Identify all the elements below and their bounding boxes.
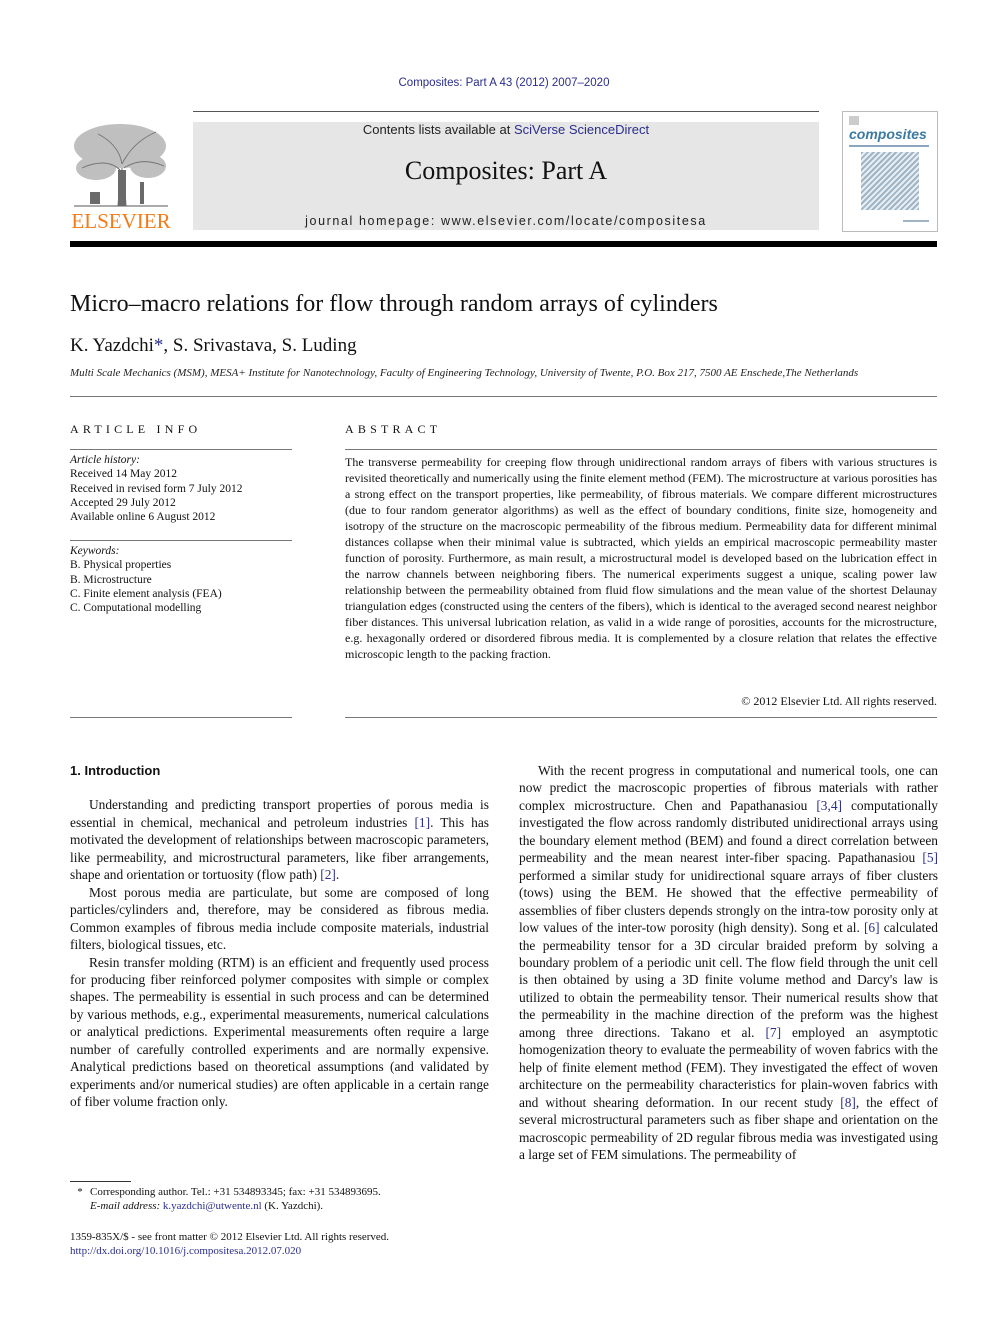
journal-reference[interactable]: Composites: Part A 43 (2012) 2007–2020 xyxy=(0,77,992,89)
author-names: , S. Srivastava, S. Luding xyxy=(163,335,357,356)
header-top-rule xyxy=(193,111,819,112)
citation-link[interactable]: [1] xyxy=(414,815,430,830)
author-list: K. Yazdchi*, S. Srivastava, S. Luding xyxy=(70,335,357,357)
journal-title: Composites: Part A xyxy=(404,156,608,185)
footnote-rule xyxy=(70,1181,131,1182)
history-revised: Received in revised form 7 July 2012 xyxy=(70,482,243,495)
abstract-copyright: © 2012 Elsevier Ltd. All rights reserved… xyxy=(741,694,937,708)
history-online: Available online 6 August 2012 xyxy=(70,511,216,524)
keyword-item: B. Physical properties xyxy=(70,559,172,572)
article-info-heading: ARTICLE INFO xyxy=(70,422,202,436)
abstract-text: The transverse permeability for creeping… xyxy=(345,455,937,661)
article-history: Article history: Received 14 May 2012 Re… xyxy=(70,453,292,524)
journal-banner: Contents lists available at SciVerse Sci… xyxy=(193,122,819,230)
body-right-column: With the recent progress in computationa… xyxy=(519,762,938,1163)
body-left-column: 1. Introduction Understanding and predic… xyxy=(70,762,489,1111)
cover-footer xyxy=(903,220,929,222)
cover-subtitle xyxy=(849,145,929,147)
journal-homepage[interactable]: journal homepage: www.elsevier.com/locat… xyxy=(193,214,819,228)
journal-cover-thumbnail[interactable]: composites xyxy=(842,111,938,232)
affiliation: Multi Scale Mechanics (MSM), MESA+ Insti… xyxy=(70,367,859,379)
article-title: Micro–macro relations for flow through r… xyxy=(70,291,718,317)
keyword-item: C. Finite element analysis (FEA) xyxy=(70,587,222,600)
publisher-wordmark: ELSEVIER xyxy=(71,209,171,233)
issn-line: 1359-835X/$ - see front matter © 2012 El… xyxy=(70,1231,390,1243)
section-heading-introduction: 1. Introduction xyxy=(70,763,161,778)
citation-link[interactable]: [2] xyxy=(320,867,336,882)
corresponding-author-footnote: * Corresponding author. Tel.: +31 5348933… xyxy=(70,1185,380,1213)
keywords-rule xyxy=(70,540,292,541)
email-link[interactable]: k.yazdchi@utwente.nl xyxy=(163,1200,262,1212)
issn-block: 1359-835X/$ - see front matter © 2012 El… xyxy=(70,1230,389,1258)
elsevier-tree-icon xyxy=(74,124,168,207)
paragraph: Most porous media are particulate, but s… xyxy=(70,884,489,953)
citation-link[interactable]: [7] xyxy=(765,1025,781,1040)
keywords-label: Keywords: xyxy=(70,545,120,557)
doi-link[interactable]: http://dx.doi.org/10.1016/j.compositesa.… xyxy=(70,1245,301,1257)
header-bottom-rule xyxy=(70,241,937,247)
keyword-item: C. Computational modelling xyxy=(70,602,202,615)
keywords: Keywords: B. Physical properties B. Micr… xyxy=(70,544,292,615)
article-info-rule xyxy=(70,449,292,450)
paragraph: Resin transfer molding (RTM) is an effic… xyxy=(70,954,489,1110)
corresponding-author-mark[interactable]: * xyxy=(154,335,164,356)
keyword-item: B. Microstructure xyxy=(70,573,152,586)
cover-image xyxy=(861,152,919,210)
citation-link[interactable]: [3,4] xyxy=(816,798,842,813)
sciencedirect-link[interactable]: SciVerse ScienceDirect xyxy=(514,122,649,137)
paragraph: Understanding and predicting transport p… xyxy=(70,797,489,883)
history-accepted: Accepted 29 July 2012 xyxy=(70,496,176,509)
cover-title: composites xyxy=(849,126,927,142)
citation-link[interactable]: [5] xyxy=(922,850,938,865)
abstract-heading: ABSTRACT xyxy=(345,422,442,436)
author-name[interactable]: K. Yazdchi xyxy=(70,335,154,356)
footnote-mark: * xyxy=(77,1186,83,1198)
citation-link[interactable]: [8] xyxy=(840,1095,856,1110)
cover-publisher-icon xyxy=(849,116,859,125)
abstract-bottom-rule xyxy=(345,717,937,718)
abstract-rule xyxy=(345,449,937,450)
history-received: Received 14 May 2012 xyxy=(70,468,177,481)
article-info-bottom-rule xyxy=(70,717,292,718)
citation-link[interactable]: [6] xyxy=(864,920,880,935)
title-divider xyxy=(70,396,937,397)
elsevier-logo[interactable]: ELSEVIER xyxy=(70,120,172,232)
history-label: Article history: xyxy=(70,454,140,466)
contents-line: Contents lists available at SciVerse Sci… xyxy=(362,122,650,137)
paragraph: With the recent progress in computationa… xyxy=(519,763,938,1162)
